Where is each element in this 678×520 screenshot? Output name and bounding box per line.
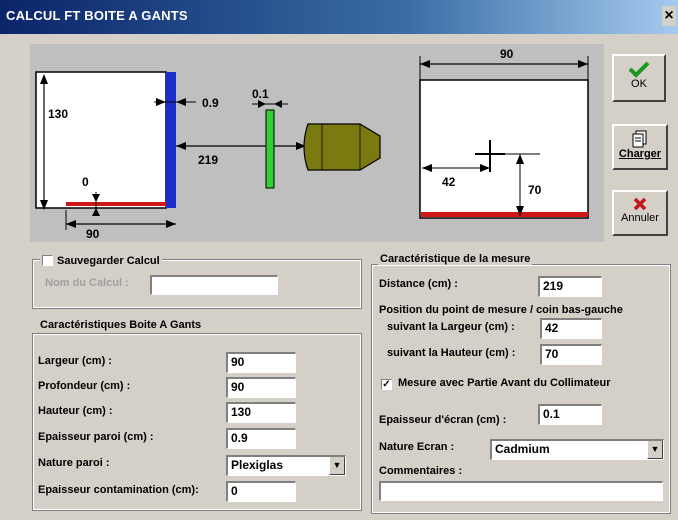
profondeur-label: Profondeur (cm) :: [38, 380, 131, 392]
document-icon: [632, 130, 647, 148]
ok-label: OK: [631, 78, 647, 90]
collimator-label: Mesure avec Partie Avant du Collimateur: [398, 377, 611, 389]
calcul-window: CALCUL FT BOITE A GANTS × 130 90 0 0.9 2…: [0, 0, 678, 520]
check-icon: [628, 61, 650, 78]
largeur-label: Largeur (cm) :: [38, 355, 112, 367]
save-group-title: Sauvegarder Calcul: [40, 253, 162, 267]
bottom-width-dimension: 90: [86, 227, 100, 241]
distance-dimension: 219: [198, 153, 218, 167]
window-title: CALCUL FT BOITE A GANTS: [6, 8, 188, 23]
pos-y-dimension: 70: [528, 183, 542, 197]
close-icon[interactable]: ×: [662, 6, 676, 26]
pos-hauteur-label: suivant la Hauteur (cm) :: [387, 347, 516, 359]
title-bar: CALCUL FT BOITE A GANTS ×: [0, 0, 678, 34]
annuler-label: Annuler: [621, 212, 659, 224]
save-checkbox-label: Sauvegarder Calcul: [57, 255, 160, 267]
paroi-input[interactable]: 0.9: [226, 428, 296, 449]
wall-dimension: 0.9: [202, 96, 219, 110]
ecran-label: Epaisseur d'écran (cm) :: [379, 414, 507, 426]
position-label: Position du point de mesure / coin bas-g…: [379, 304, 623, 316]
distance-label: Distance (cm) :: [379, 278, 458, 290]
cancel-x-icon: [633, 197, 647, 211]
distance-input[interactable]: 219: [538, 276, 602, 297]
collimator-checkbox[interactable]: ✓: [381, 379, 392, 390]
nature-ecran-value: Cadmium: [495, 442, 550, 456]
screen-bar: [265, 109, 275, 189]
save-checkbox[interactable]: [42, 255, 53, 266]
charger-label: Charger: [618, 148, 662, 160]
contamination-layer: [66, 202, 166, 206]
screen-dimension: 0.1: [252, 87, 269, 101]
annuler-button[interactable]: Annuler: [612, 190, 668, 236]
hauteur-input[interactable]: 130: [226, 402, 296, 423]
side-view-box: [35, 71, 167, 209]
collimator-shape: [303, 123, 381, 171]
nature-paroi-label: Nature paroi :: [38, 457, 110, 469]
nature-ecran-select[interactable]: Cadmium ▼: [490, 439, 664, 460]
ok-button[interactable]: OK: [612, 54, 666, 102]
comments-label: Commentaires :: [379, 465, 463, 477]
chevron-down-icon[interactable]: ▼: [329, 457, 345, 475]
measure-group-title: Caractéristique de la mesure: [378, 253, 533, 265]
height-dimension: 130: [48, 107, 68, 121]
calc-name-input[interactable]: [150, 275, 278, 295]
nature-paroi-select[interactable]: Plexiglas ▼: [226, 455, 346, 476]
glovebox-diagram: 130 90 0 0.9 219 0.1 90 42 70: [30, 44, 604, 242]
nature-ecran-label: Nature Ecran :: [379, 441, 455, 453]
profondeur-input[interactable]: 90: [226, 377, 296, 398]
contamination-input[interactable]: 0: [226, 481, 296, 502]
front-view-box: [419, 79, 589, 219]
paroi-label: Epaisseur paroi (cm) :: [38, 431, 154, 443]
box-group-title: Caractéristiques Boite A Gants: [38, 319, 204, 331]
comments-input[interactable]: [379, 481, 663, 501]
pos-largeur-label: suivant la Largeur (cm) :: [387, 321, 515, 333]
contamination-dimension: 0: [82, 175, 89, 189]
wall-bar: [166, 72, 176, 208]
pos-x-dimension: 42: [442, 175, 456, 189]
contamination-label: Epaisseur contamination (cm):: [38, 484, 199, 496]
chevron-down-icon[interactable]: ▼: [647, 441, 663, 459]
hauteur-label: Hauteur (cm) :: [38, 405, 113, 417]
charger-button[interactable]: Charger: [612, 124, 668, 170]
top-width-dimension: 90: [500, 47, 514, 61]
pos-largeur-input[interactable]: 42: [540, 318, 602, 339]
largeur-input[interactable]: 90: [226, 352, 296, 373]
calc-name-label: Nom du Calcul :: [45, 277, 129, 289]
nature-paroi-value: Plexiglas: [231, 458, 284, 472]
pos-hauteur-input[interactable]: 70: [540, 344, 602, 365]
ecran-input[interactable]: 0.1: [538, 404, 602, 425]
